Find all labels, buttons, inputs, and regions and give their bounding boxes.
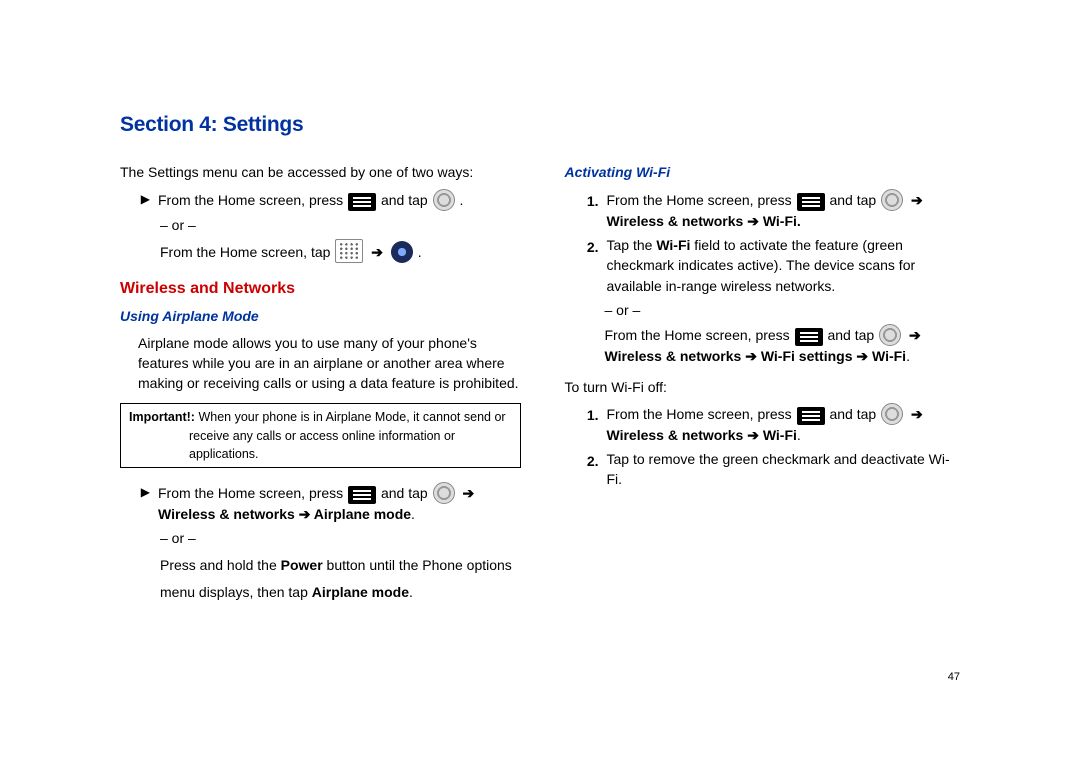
- bullet-body: From the Home screen, press and tap ➔ Wi…: [158, 482, 521, 524]
- text: Tap the: [607, 237, 657, 253]
- important-text: When your phone is in Airplane Mode, it …: [189, 410, 506, 460]
- step-body: From the Home screen, press and tap ➔ Wi…: [607, 403, 966, 445]
- step-body: Tap to remove the green checkmark and de…: [607, 449, 966, 490]
- airplane-mode-label: Airplane mode: [312, 584, 409, 600]
- path-airplane-mode: Wireless & networks ➔ Airplane mode: [158, 506, 411, 522]
- arrow-icon: ➔: [371, 242, 383, 262]
- text: From the Home screen, press: [605, 327, 794, 343]
- text: From the Home screen, press: [607, 406, 796, 422]
- power-button-label: Power: [281, 557, 323, 573]
- text: .: [418, 244, 422, 260]
- left-column: The Settings menu can be accessed by one…: [120, 162, 521, 609]
- settings-gear-icon: [433, 482, 455, 504]
- arrow-icon: ➔: [909, 325, 921, 345]
- heading-wireless-networks: Wireless and Networks: [120, 277, 521, 300]
- heading-airplane-mode: Using Airplane Mode: [120, 306, 521, 326]
- menu-button-icon: [797, 193, 825, 211]
- important-label: Important!:: [129, 410, 195, 424]
- text: and tap: [829, 406, 880, 422]
- two-column-layout: The Settings menu can be accessed by one…: [120, 162, 965, 609]
- page-number: 47: [948, 670, 960, 686]
- or-separator: – or –: [605, 300, 966, 320]
- number-marker: 2.: [583, 449, 599, 471]
- bullet-access-2: From the Home screen, tap ➔ .: [160, 239, 521, 263]
- path-wifi-settings: Wireless & networks ➔ Wi-Fi settings ➔ W…: [605, 348, 907, 364]
- step-2-off: 2. Tap to remove the green checkmark and…: [583, 449, 966, 490]
- menu-button-icon: [348, 193, 376, 211]
- alt-wifi-step: From the Home screen, press and tap ➔ Wi…: [605, 324, 966, 366]
- dot: .: [411, 506, 415, 522]
- airplane-mode-description: Airplane mode allows you to use many of …: [138, 333, 521, 394]
- arrow-icon: ➔: [911, 404, 923, 424]
- number-marker: 1.: [583, 403, 599, 425]
- settings-gear-icon: [881, 189, 903, 211]
- settings-gear-icon: [879, 324, 901, 346]
- bullet-access-1: ▶ From the Home screen, press and tap .: [138, 189, 521, 211]
- text: Press and hold the: [160, 557, 281, 573]
- text: From the Home screen, press: [607, 192, 796, 208]
- text: and tap: [381, 192, 432, 208]
- step-2-activate: 2. Tap the Wi-Fi field to activate the f…: [583, 235, 966, 296]
- text: From the Home screen, press: [158, 192, 347, 208]
- text: and tap: [827, 327, 878, 343]
- bullet-body: From the Home screen, press and tap .: [158, 189, 521, 211]
- path-wifi: Wireless & networks ➔ Wi-Fi: [607, 427, 797, 443]
- triangle-marker-icon: ▶: [138, 482, 150, 501]
- step-body: Tap the Wi-Fi field to activate the feat…: [607, 235, 966, 296]
- important-note-box: Important!: When your phone is in Airpla…: [120, 403, 521, 467]
- bullet-airplane-step: ▶ From the Home screen, press and tap ➔ …: [138, 482, 521, 524]
- apps-grid-icon: [335, 239, 363, 263]
- text: and tap: [381, 485, 432, 501]
- text: .: [459, 192, 463, 208]
- wifi-label: Wi-Fi: [656, 237, 690, 253]
- menu-button-icon: [797, 407, 825, 425]
- heading-activating-wifi: Activating Wi-Fi: [565, 162, 966, 182]
- text: From the Home screen, tap: [160, 244, 334, 260]
- settings-gear-icon: [433, 189, 455, 211]
- turn-off-heading: To turn Wi-Fi off:: [565, 377, 966, 397]
- arrow-icon: ➔: [462, 483, 474, 503]
- text: From the Home screen, press: [158, 485, 347, 501]
- triangle-marker-icon: ▶: [138, 189, 150, 208]
- intro-text: The Settings menu can be accessed by one…: [120, 162, 521, 182]
- dot: .: [906, 348, 910, 364]
- dot: .: [797, 427, 801, 443]
- right-column: Activating Wi-Fi 1. From the Home screen…: [565, 162, 966, 609]
- path-wifi: Wireless & networks ➔ Wi-Fi.: [607, 213, 801, 229]
- dot: .: [409, 584, 413, 600]
- step-1-off: 1. From the Home screen, press and tap ➔…: [583, 403, 966, 445]
- menu-button-icon: [795, 328, 823, 346]
- text: and tap: [829, 192, 880, 208]
- number-marker: 2.: [583, 235, 599, 257]
- menu-button-icon: [348, 486, 376, 504]
- or-separator: – or –: [160, 215, 521, 235]
- page: Section 4: Settings The Settings menu ca…: [0, 0, 1080, 771]
- step-1-activate: 1. From the Home screen, press and tap ➔…: [583, 189, 966, 231]
- arrow-icon: ➔: [911, 190, 923, 210]
- settings-gear-icon: [881, 403, 903, 425]
- airplane-alt-step: Press and hold the Power button until th…: [160, 552, 521, 605]
- settings-app-icon: [391, 241, 413, 263]
- or-separator: – or –: [160, 528, 521, 548]
- step-body: From the Home screen, press and tap ➔ Wi…: [607, 189, 966, 231]
- number-marker: 1.: [583, 189, 599, 211]
- section-title: Section 4: Settings: [120, 110, 965, 140]
